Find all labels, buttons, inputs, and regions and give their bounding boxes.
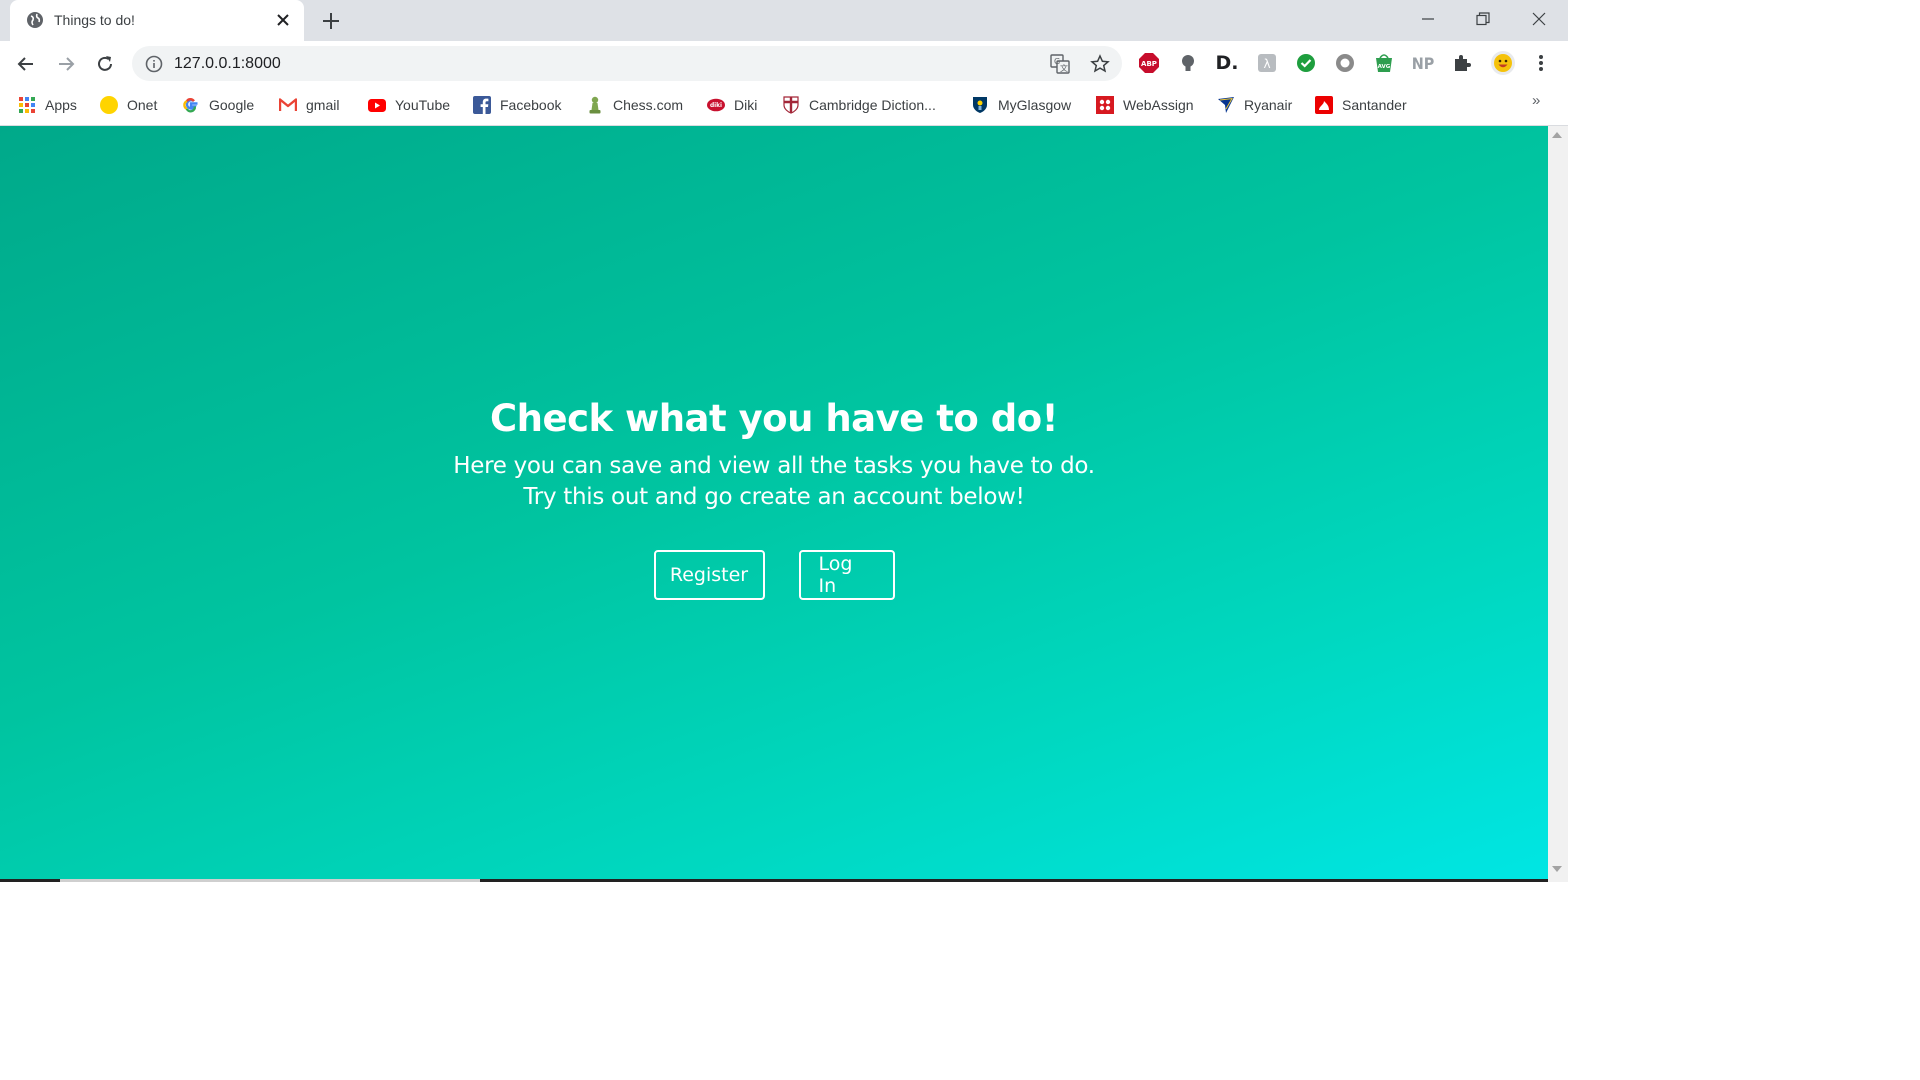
bookmark-apps[interactable]: Apps <box>18 94 77 116</box>
tab-strip: Things to do! <box>0 0 1568 41</box>
avg-icon[interactable]: AVG <box>1373 52 1395 74</box>
site-info-icon[interactable] <box>145 55 163 73</box>
profile-avatar[interactable] <box>1491 51 1515 75</box>
bookmark-santander[interactable]: Santander <box>1315 94 1407 116</box>
hero-line-2: Try this out and go create an account be… <box>523 484 1025 510</box>
bookmark-myglasgow[interactable]: MyGlasgow <box>971 94 1071 116</box>
google-icon <box>182 96 200 114</box>
svg-text:AVG: AVG <box>1378 64 1391 70</box>
svg-text:文: 文 <box>1060 63 1068 73</box>
bookmark-onet[interactable]: Onet <box>100 94 157 116</box>
minimize-icon[interactable] <box>1415 8 1441 30</box>
bookmark-gmail[interactable]: gmail <box>279 94 339 116</box>
bookmark-label: YouTube <box>395 97 451 113</box>
webassign-icon <box>1096 96 1114 114</box>
address-bar[interactable]: 127.0.0.1:8000 G 文 <box>132 46 1122 81</box>
apps-grid-icon <box>18 96 36 114</box>
lightbulb-extension-icon[interactable] <box>1177 52 1199 74</box>
horizontal-scrollbar-thumb[interactable] <box>60 879 480 882</box>
auth-buttons: Register Log In <box>0 550 1548 600</box>
cambridge-shield-icon <box>782 96 800 114</box>
forward-arrow-icon[interactable] <box>54 52 78 76</box>
bookmark-youtube[interactable]: YouTube <box>368 94 450 116</box>
gmail-icon <box>279 96 297 114</box>
bookmark-ryanair[interactable]: Ryanair <box>1217 94 1292 116</box>
window-close-icon[interactable] <box>1526 8 1552 30</box>
landing-page: Check what you have to do! Here you can … <box>0 126 1548 882</box>
bookmark-label: Facebook <box>500 97 562 113</box>
login-button[interactable]: Log In <box>798 550 895 600</box>
bookmark-label: Google <box>209 97 255 113</box>
bookmark-label: Ryanair <box>1244 97 1293 113</box>
close-icon[interactable] <box>274 11 292 29</box>
browser-toolbar: 127.0.0.1:8000 G 文 ABP D. λ AVG NP <box>0 41 1568 86</box>
vertical-scrollbar[interactable] <box>1548 126 1568 882</box>
bookmark-label: Santander <box>1342 97 1407 113</box>
glasgow-crest-icon <box>971 96 989 114</box>
bookmark-label: MyGlasgow <box>998 97 1072 113</box>
hero-line-1: Here you can save and view all the tasks… <box>453 453 1095 479</box>
ryanair-icon <box>1217 96 1235 114</box>
circle-extension-icon[interactable] <box>1334 52 1356 74</box>
adblock-plus-icon[interactable]: ABP <box>1138 52 1160 74</box>
onet-icon <box>100 96 118 114</box>
bookmarks-bar: Apps Onet Google gmail YouTube Facebook … <box>0 86 1568 126</box>
globe-icon <box>27 12 43 28</box>
translate-icon[interactable]: G 文 <box>1050 54 1070 74</box>
bookmark-diki[interactable]: diki Diki <box>707 94 757 116</box>
tab-title: Things to do! <box>54 12 135 28</box>
menu-kebab-icon[interactable] <box>1530 52 1552 74</box>
bookmark-label: Chess.com <box>613 97 684 113</box>
bookmark-chess[interactable]: Chess.com <box>586 94 683 116</box>
register-button[interactable]: Register <box>653 550 765 600</box>
dashlane-icon[interactable]: D. <box>1216 52 1239 74</box>
new-tab-plus-icon[interactable] <box>320 10 342 32</box>
browser-tab[interactable]: Things to do! <box>10 0 304 41</box>
bookmark-label: gmail <box>306 97 340 113</box>
bookmark-label: Diki <box>734 97 758 113</box>
bookmarks-overflow-chevron-icon[interactable]: » <box>1532 92 1540 109</box>
svg-text:λ: λ <box>1263 57 1270 71</box>
diki-icon: diki <box>707 96 725 114</box>
santander-icon <box>1315 96 1333 114</box>
bookmark-label: Cambridge Diction... <box>809 97 936 113</box>
bookmark-label: Apps <box>45 97 77 113</box>
hero-section: Check what you have to do! Here you can … <box>0 396 1548 513</box>
url-text: 127.0.0.1:8000 <box>174 55 281 72</box>
page-title: Check what you have to do! <box>490 397 1059 440</box>
checkmark-extension-icon[interactable] <box>1295 52 1317 74</box>
bookmark-google[interactable]: Google <box>182 94 254 116</box>
svg-text:ABP: ABP <box>1141 60 1157 68</box>
svg-text:diki: diki <box>710 103 722 109</box>
extensions-puzzle-icon[interactable] <box>1451 52 1473 74</box>
scroll-down-arrow-icon[interactable] <box>1552 866 1562 872</box>
translate-ext-icon[interactable]: λ <box>1256 52 1278 74</box>
facebook-icon <box>473 96 491 114</box>
bookmark-cambridge[interactable]: Cambridge Diction... <box>782 94 936 116</box>
bookmark-star-icon[interactable] <box>1090 54 1110 74</box>
back-arrow-icon[interactable] <box>14 52 38 76</box>
np-extension-icon[interactable]: NP <box>1412 52 1435 74</box>
bookmark-label: WebAssign <box>1123 97 1194 113</box>
bookmark-label: Onet <box>127 97 158 113</box>
chess-pawn-icon <box>586 96 604 114</box>
scroll-up-arrow-icon[interactable] <box>1552 132 1562 138</box>
bookmark-facebook[interactable]: Facebook <box>473 94 561 116</box>
youtube-icon <box>368 96 386 114</box>
bookmark-webassign[interactable]: WebAssign <box>1096 94 1194 116</box>
reload-icon[interactable] <box>93 52 117 76</box>
restore-icon[interactable] <box>1470 8 1496 30</box>
hero-description: Here you can save and view all the tasks… <box>0 451 1548 513</box>
